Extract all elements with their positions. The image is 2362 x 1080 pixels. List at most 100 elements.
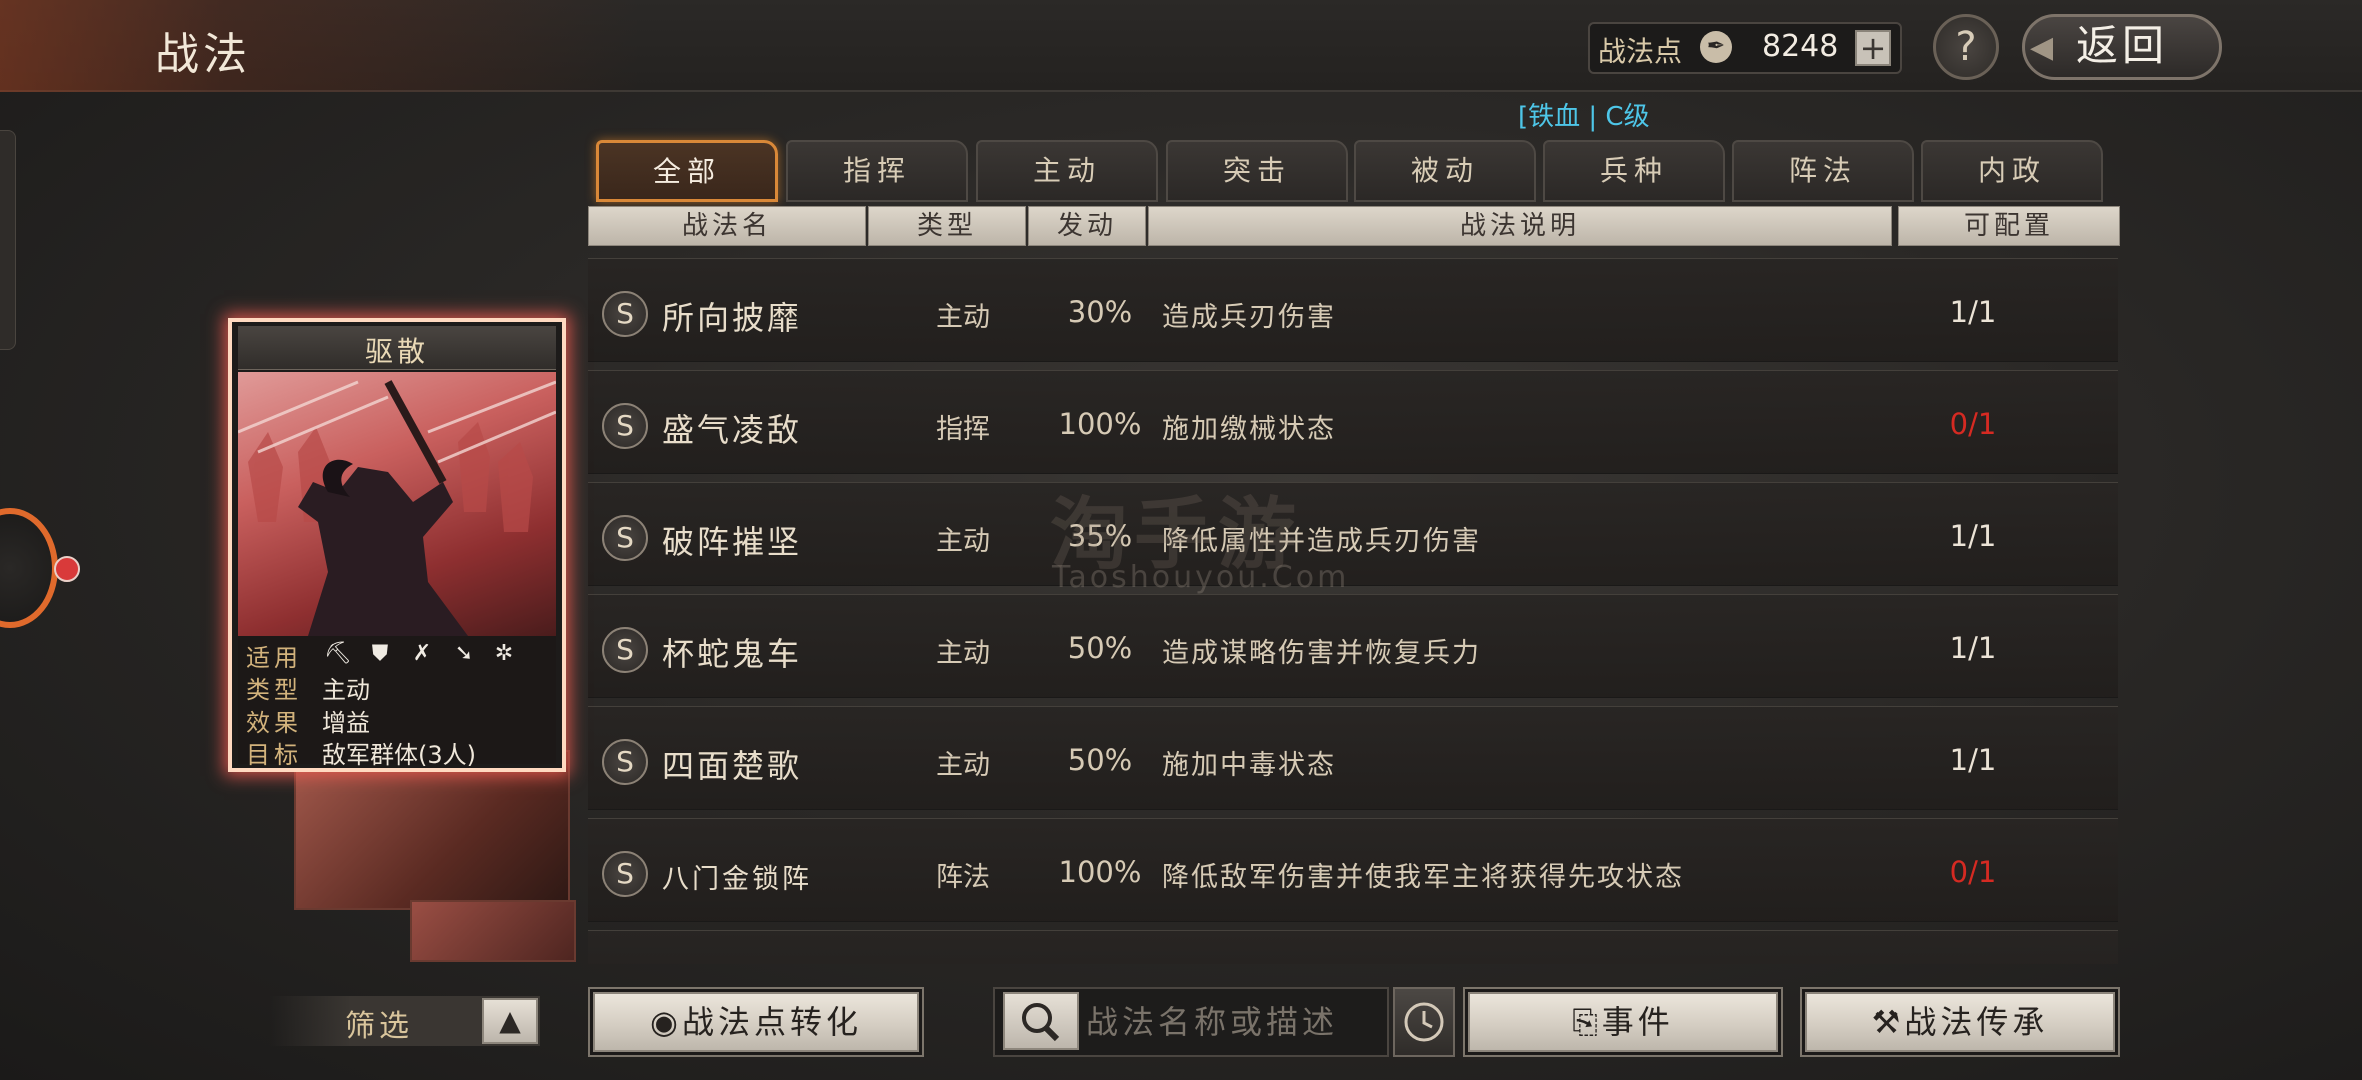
notification-dot-icon bbox=[54, 556, 80, 582]
tab-command[interactable]: 指挥 bbox=[786, 140, 968, 202]
help-button[interactable]: ? bbox=[1933, 14, 1999, 80]
tactic-config: 0/1 bbox=[1949, 855, 1997, 889]
column-header-rate[interactable]: 发动 bbox=[1028, 206, 1146, 246]
tactic-rate: 50% bbox=[1067, 631, 1133, 665]
tactic-points-icon: ✒ bbox=[1700, 31, 1732, 63]
tactic-row[interactable]: S 盛气凌敌 指挥 100% 施加缴械状态 0/1 bbox=[588, 370, 2118, 474]
add-points-button[interactable]: + bbox=[1855, 30, 1891, 66]
search-input[interactable] bbox=[1086, 996, 1386, 1048]
tactic-name: 盛气凌敌 bbox=[662, 411, 803, 449]
events-button[interactable]: ⎘事件 bbox=[1463, 987, 1783, 1057]
side-drawer-tab[interactable] bbox=[0, 130, 16, 350]
filter-toggle-button[interactable]: ▲ bbox=[482, 998, 538, 1044]
tactic-name: 所向披靡 bbox=[662, 299, 803, 337]
history-button[interactable] bbox=[1393, 987, 1455, 1057]
tactic-row[interactable]: S 破阵摧坚 主动 35% 降低属性并造成兵刃伤害 1/1 bbox=[588, 482, 2118, 586]
tactic-type: 阵法 bbox=[936, 862, 990, 893]
card-applies-label: 适用 bbox=[246, 644, 302, 672]
column-header-name[interactable]: 战法名 bbox=[588, 206, 866, 246]
tactic-description: 造成谋略伤害并恢复兵力 bbox=[1162, 638, 1481, 669]
alert-ticket-icon: ⎘ bbox=[1572, 1003, 1602, 1041]
tactic-type: 主动 bbox=[936, 750, 990, 781]
grade-badge: S bbox=[602, 403, 648, 449]
title-glow bbox=[0, 0, 640, 92]
tactic-row[interactable]: S 杯蛇鬼车 主动 50% 造成谋略伤害并恢复兵力 1/1 bbox=[588, 594, 2118, 698]
tactic-name: 杯蛇鬼车 bbox=[662, 635, 803, 673]
grade-badge: S bbox=[602, 515, 648, 561]
side-menu-ring-icon[interactable] bbox=[0, 508, 58, 628]
tab-active[interactable]: 主动 bbox=[976, 140, 1158, 202]
search-button[interactable] bbox=[1003, 992, 1079, 1050]
tactic-config: 1/1 bbox=[1949, 295, 1997, 329]
card-type-value: 主动 bbox=[322, 676, 370, 704]
clock-icon bbox=[1404, 1002, 1444, 1042]
tab-passive[interactable]: 被动 bbox=[1354, 140, 1536, 202]
tactic-rate: 50% bbox=[1067, 743, 1133, 777]
card-type-label: 类型 bbox=[246, 676, 302, 704]
tactic-points-label: 战法点 bbox=[1598, 35, 1683, 68]
tactic-row[interactable]: S 所向披靡 主动 30% 造成兵刃伤害 1/1 bbox=[588, 258, 2118, 362]
tactic-points-value: 8248 bbox=[1762, 29, 1839, 64]
filter-label[interactable]: 筛选 bbox=[345, 1001, 413, 1045]
tactic-config: 0/1 bbox=[1949, 407, 1997, 441]
tab-troop[interactable]: 兵种 bbox=[1543, 140, 1725, 202]
tactic-name: 八门金锁阵 bbox=[662, 864, 812, 895]
card-target-label: 目标 bbox=[246, 741, 302, 769]
tactic-row[interactable]: S 八门金锁阵 阵法 100% 降低敌军伤害并使我军主将获得先攻状态 0/1 bbox=[588, 818, 2118, 922]
card-target-value: 敌军群体(3人) bbox=[322, 741, 476, 769]
back-arrow-icon: ◀ bbox=[2030, 30, 2054, 65]
tactic-rate: 100% bbox=[1058, 407, 1142, 441]
card-stack-back bbox=[294, 750, 570, 910]
tactic-description: 造成兵刃伤害 bbox=[1162, 302, 1336, 333]
inherit-tactic-button[interactable]: ⚒战法传承 bbox=[1800, 987, 2120, 1057]
tactic-config: 1/1 bbox=[1949, 519, 1997, 553]
tab-all[interactable]: 全部 bbox=[596, 140, 778, 202]
card-effect-value: 增益 bbox=[322, 709, 370, 737]
tactic-row-partial[interactable] bbox=[588, 930, 2118, 964]
tab-domestic[interactable]: 内政 bbox=[1921, 140, 2103, 202]
tactic-rate: 30% bbox=[1067, 295, 1133, 329]
watermark-subtitle: Taoshouyou.Com bbox=[1052, 560, 1350, 595]
column-header-description: 战法说明 bbox=[1148, 206, 1892, 246]
tactic-type: 主动 bbox=[936, 302, 990, 333]
tactic-rate: 100% bbox=[1058, 855, 1142, 889]
tactic-list: S 所向披靡 主动 30% 造成兵刃伤害 1/1 S 盛气凌敌 指挥 100% … bbox=[588, 252, 2118, 964]
tab-assault[interactable]: 突击 bbox=[1166, 140, 1348, 202]
tactic-type: 指挥 bbox=[936, 414, 990, 445]
grade-badge: S bbox=[602, 627, 648, 673]
card-stack-back bbox=[410, 900, 576, 962]
column-header-config[interactable]: 可配置 bbox=[1898, 206, 2120, 246]
sort-hint[interactable]: [铁血 | C级 bbox=[1518, 96, 1650, 133]
tactic-type: 主动 bbox=[936, 638, 990, 669]
bow-icon: ✗ bbox=[412, 641, 432, 666]
hammer-icon: ⚒ bbox=[1871, 1003, 1905, 1041]
tactic-description: 施加中毒状态 bbox=[1162, 750, 1336, 781]
wheel-icon: ✲ bbox=[494, 641, 514, 666]
tactic-config: 1/1 bbox=[1949, 743, 1997, 777]
tab-formation[interactable]: 阵法 bbox=[1732, 140, 1914, 202]
tactic-type: 主动 bbox=[936, 526, 990, 557]
page-title: 战法 bbox=[155, 29, 251, 80]
flame-icon: ◉ bbox=[650, 1003, 682, 1041]
convert-points-label: 战法点转化 bbox=[681, 1003, 862, 1041]
grade-badge: S bbox=[602, 739, 648, 785]
tactic-config: 1/1 bbox=[1949, 631, 1997, 665]
card-illustration bbox=[238, 372, 556, 636]
spear-icon: ➘ bbox=[454, 641, 474, 666]
grade-badge: S bbox=[602, 291, 648, 337]
cavalry-icon: ⛏ bbox=[324, 641, 352, 666]
events-label: 事件 bbox=[1601, 1003, 1674, 1041]
column-header-type[interactable]: 类型 bbox=[868, 206, 1026, 246]
tactic-description: 降低敌军伤害并使我军主将获得先攻状态 bbox=[1162, 862, 1684, 893]
card-effect-label: 效果 bbox=[246, 709, 302, 737]
tactic-row[interactable]: S 四面楚歌 主动 50% 施加中毒状态 1/1 bbox=[588, 706, 2118, 810]
card-title: 驱散 bbox=[364, 335, 429, 368]
tactic-description: 施加缴械状态 bbox=[1162, 414, 1336, 445]
shield-icon: ⛊ bbox=[371, 641, 389, 666]
grade-badge: S bbox=[602, 851, 648, 897]
tactic-name: 破阵摧坚 bbox=[662, 523, 803, 561]
search-icon bbox=[1022, 1003, 1060, 1042]
inherit-tactic-label: 战法传承 bbox=[1904, 1003, 2049, 1041]
convert-points-button[interactable]: ◉战法点转化 bbox=[588, 987, 924, 1057]
tactic-name: 四面楚歌 bbox=[662, 747, 803, 785]
